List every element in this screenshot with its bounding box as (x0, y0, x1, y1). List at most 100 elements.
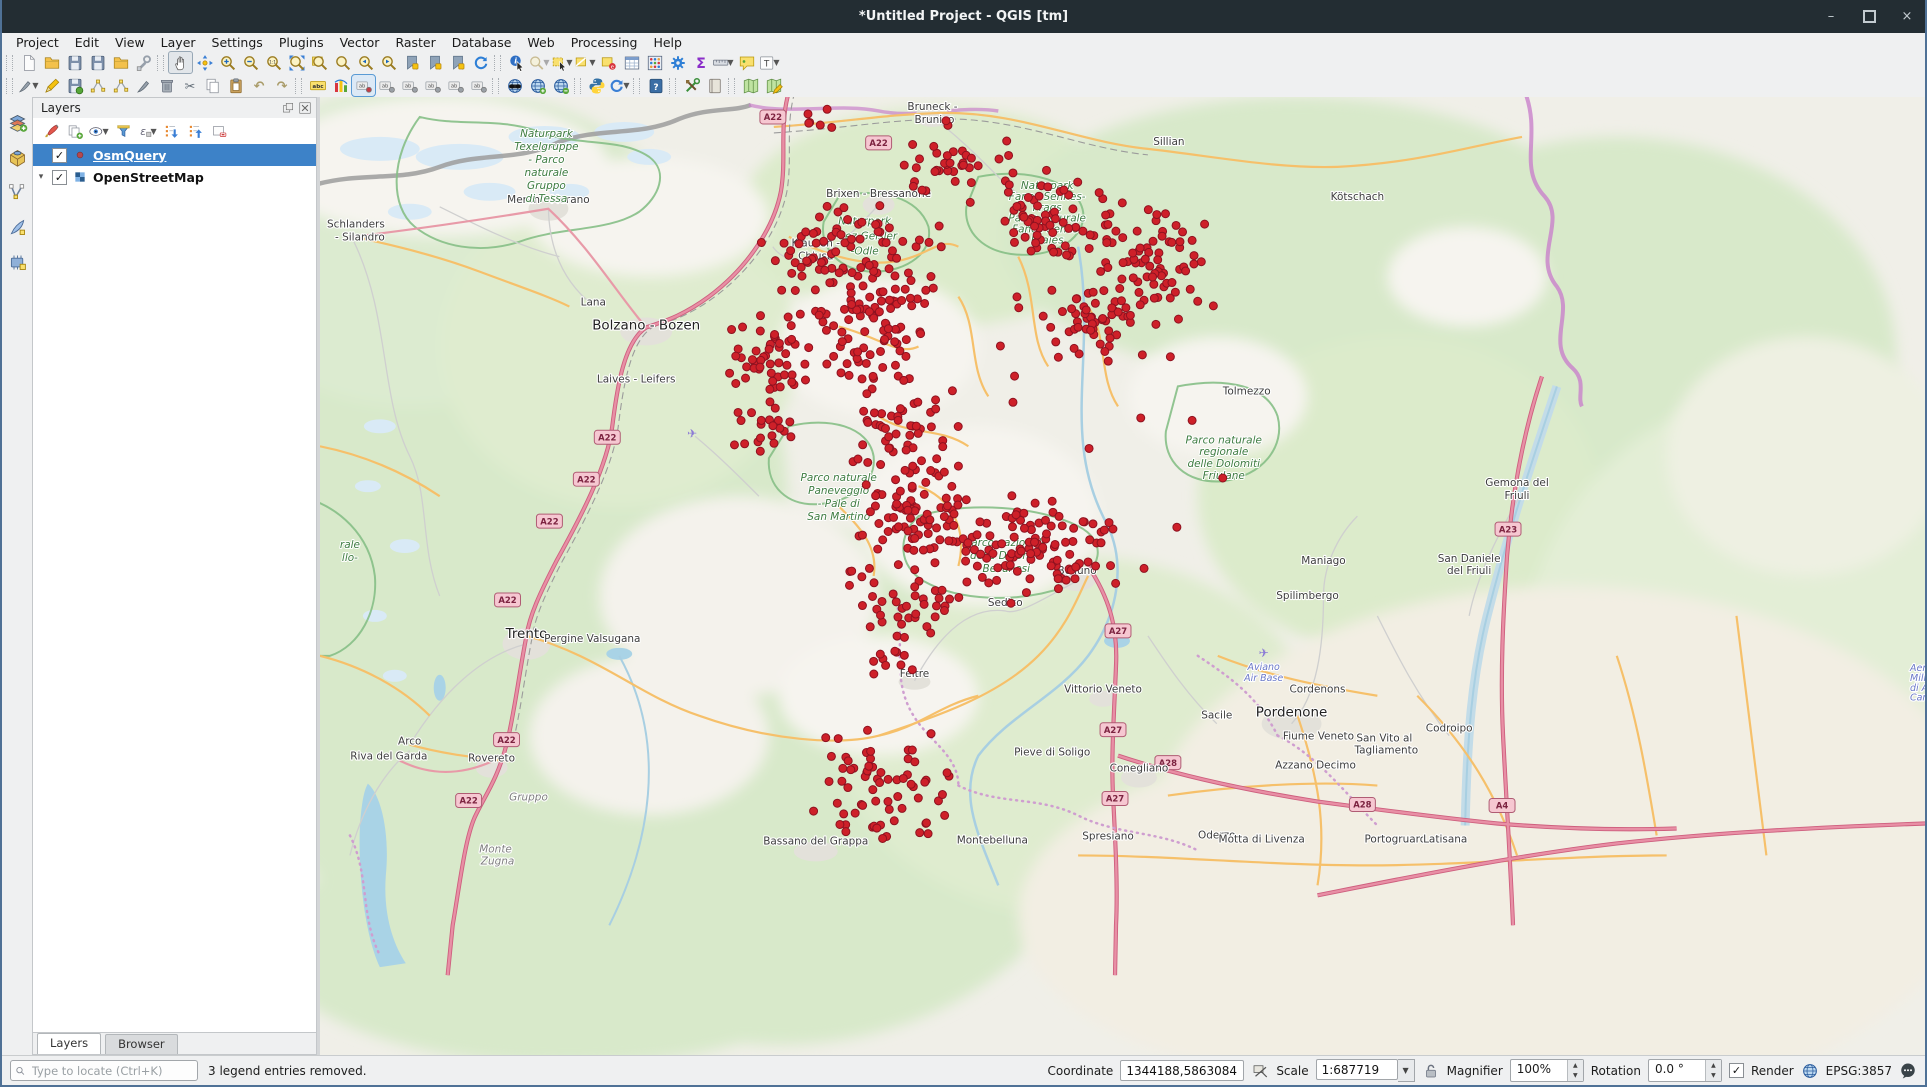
measure-line-button[interactable]: ▼ (712, 52, 735, 73)
collapse-all-button[interactable] (183, 120, 207, 142)
menu-processing[interactable]: Processing (563, 34, 646, 51)
select-by-form-button[interactable] (597, 52, 620, 73)
layer-item-osmquery[interactable]: ✓OsmQuery (33, 144, 316, 166)
menu-web[interactable]: Web (519, 34, 562, 51)
menu-edit[interactable]: Edit (67, 34, 107, 51)
menu-raster[interactable]: Raster (387, 34, 443, 51)
minimize-icon[interactable]: – (1823, 9, 1839, 25)
zoom-to-layer-button[interactable] (331, 52, 354, 73)
layer-checkbox[interactable]: ✓ (52, 170, 67, 185)
data-source-manager-button[interactable] (4, 109, 30, 135)
messages-icon[interactable] (1899, 1062, 1917, 1080)
menu-database[interactable]: Database (444, 34, 520, 51)
new-from-template-button[interactable] (109, 52, 132, 73)
zoom-to-selection-button[interactable] (308, 52, 331, 73)
identify-features-button[interactable] (505, 52, 528, 73)
filter-by-expression-button[interactable]: ▼ (135, 120, 159, 142)
zoom-last-button[interactable] (354, 52, 377, 73)
statistical-summary-button[interactable] (689, 52, 712, 73)
menu-plugins[interactable]: Plugins (271, 34, 332, 51)
expand-all-button[interactable] (159, 120, 183, 142)
locator-box[interactable] (10, 1060, 198, 1081)
coordinate-input[interactable] (1120, 1060, 1244, 1081)
zoom-native-button[interactable] (262, 52, 285, 73)
add-vector-layer-button[interactable] (4, 144, 30, 170)
magnifier-up[interactable]: ▲ (1568, 1060, 1583, 1071)
new-map-view-button[interactable] (739, 75, 762, 96)
copy-features-button[interactable] (201, 75, 224, 96)
layer-item-openstreetmap[interactable]: ▾✓OpenStreetMap (33, 166, 316, 188)
close-icon[interactable]: × (1899, 9, 1915, 25)
rotation-up[interactable]: ▲ (1706, 1060, 1721, 1071)
map-tips-button[interactable] (735, 52, 758, 73)
add-mesh-layer-button[interactable] (4, 214, 30, 240)
menu-settings[interactable]: Settings (204, 34, 271, 51)
pin-unpin-labels-button[interactable] (352, 75, 375, 96)
move-label-button[interactable] (421, 75, 444, 96)
help-contents-button[interactable] (644, 75, 667, 96)
toolbar-handle[interactable] (157, 55, 164, 71)
highlight-pinned-labels-button[interactable] (375, 75, 398, 96)
deselect-features-button[interactable]: ▼ (574, 52, 597, 73)
text-annotation-button[interactable]: ▼ (758, 52, 781, 73)
menu-layer[interactable]: Layer (153, 34, 204, 51)
add-delimited-text-layer-button[interactable] (4, 249, 30, 275)
pan-to-selection-button[interactable] (193, 52, 216, 73)
zoom-in-button[interactable] (216, 52, 239, 73)
menu-view[interactable]: View (107, 34, 153, 51)
toolbar-handle[interactable] (574, 78, 581, 94)
toolbar-handle[interactable] (6, 78, 13, 94)
project-properties-button[interactable] (132, 52, 155, 73)
add-raster-layer-button[interactable] (4, 179, 30, 205)
toggle-editing-button[interactable] (40, 75, 63, 96)
layer-labeling-options-button[interactable] (306, 75, 329, 96)
magnifier-spinbox[interactable]: 100% ▲▼ (1510, 1059, 1584, 1082)
pan-map-button[interactable] (168, 51, 193, 74)
menu-vector[interactable]: Vector (332, 34, 388, 51)
rotation-down[interactable]: ▼ (1706, 1071, 1721, 1082)
toolbar-handle[interactable] (6, 55, 13, 71)
menu-help[interactable]: Help (645, 34, 690, 51)
current-edits-button[interactable]: ▼ (17, 75, 40, 96)
zoom-out-button[interactable] (239, 52, 262, 73)
toolbar-handle[interactable] (669, 78, 676, 94)
toolbar-handle[interactable] (494, 55, 501, 71)
locator-input[interactable] (30, 1063, 193, 1079)
save-project-as-button[interactable] (86, 52, 109, 73)
filter-legend-button[interactable] (111, 120, 135, 142)
select-features-button[interactable]: ▼ (551, 52, 574, 73)
scale-input[interactable] (1316, 1059, 1398, 1080)
open-layer-styling-dock-button[interactable] (39, 120, 63, 142)
remove-wms-layer-button[interactable] (549, 75, 572, 96)
open-attribute-table-button[interactable] (620, 52, 643, 73)
menu-project[interactable]: Project (8, 34, 67, 51)
refresh-map-button[interactable] (469, 52, 492, 73)
python-console-button[interactable] (585, 75, 608, 96)
redo-button[interactable] (270, 75, 293, 96)
maximize-icon[interactable] (1861, 9, 1877, 25)
run-feature-action-button[interactable]: ▼ (528, 52, 551, 73)
close-panel-icon[interactable] (298, 101, 312, 115)
crs-globe-icon[interactable] (1801, 1062, 1819, 1080)
add-wms-layer-button[interactable] (526, 75, 549, 96)
extents-icon[interactable] (1251, 1062, 1269, 1080)
layer-diagram-options-button[interactable] (329, 75, 352, 96)
undo-button[interactable] (247, 75, 270, 96)
style-manager-button[interactable] (703, 75, 726, 96)
new-project-button[interactable] (17, 52, 40, 73)
scale-dropdown[interactable]: ▼ (1398, 1059, 1415, 1082)
show-hide-labels-button[interactable] (398, 75, 421, 96)
undock-panel-icon[interactable] (281, 101, 295, 115)
rotate-label-button[interactable] (444, 75, 467, 96)
open-field-calculator-button[interactable] (643, 52, 666, 73)
toolbar-handle[interactable] (295, 78, 302, 94)
expander-icon[interactable]: ▾ (33, 172, 49, 182)
show-spatial-bookmarks-button[interactable] (423, 52, 446, 73)
cut-features-button[interactable] (178, 75, 201, 96)
toolbar-handle[interactable] (633, 78, 640, 94)
zoom-next-button[interactable] (377, 52, 400, 73)
magnifier-down[interactable]: ▼ (1568, 1071, 1583, 1082)
osm-place-search-button[interactable] (762, 75, 785, 96)
add-group-button[interactable] (63, 120, 87, 142)
map-canvas[interactable]: A22A22A22A22A22A22A22A22A27A27A27A28A28A… (320, 97, 1925, 1055)
